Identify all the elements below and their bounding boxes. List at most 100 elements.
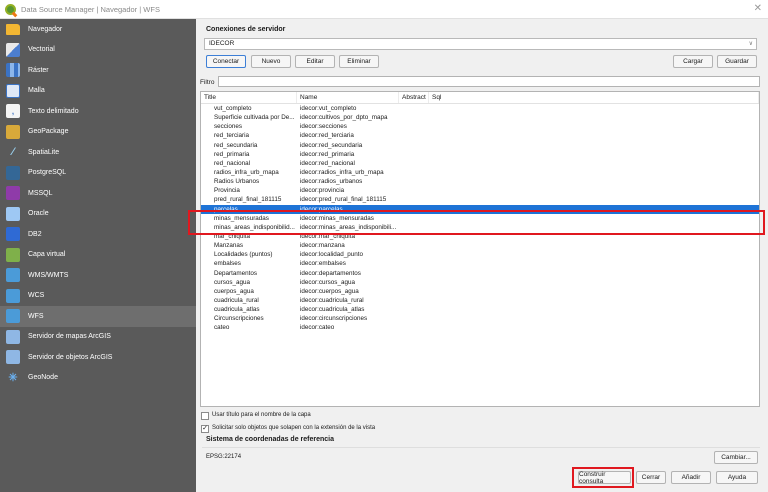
sidebar-item-arcgis-map-server[interactable]: Servidor de mapas ArcGIS [0, 327, 196, 348]
sidebar-item-geopackage[interactable]: GeoPackage [0, 122, 196, 143]
new-button[interactable]: Nuevo [251, 55, 291, 68]
row-title: minas_areas_indisponibilid... [214, 223, 295, 231]
row-abstract [399, 259, 429, 268]
row-name: idecor:mar_chiquita [300, 232, 355, 240]
connect-button[interactable]: Conectar [206, 55, 246, 68]
row-title: red_primaria [214, 150, 250, 158]
add-button[interactable]: Añadir [671, 471, 711, 484]
sidebar-item-oracle[interactable]: Oracle [0, 204, 196, 225]
row-sql [429, 269, 759, 278]
column-header-title[interactable]: Title [201, 92, 297, 103]
table-row[interactable]: mar_chiquita idecor:mar_chiquita [201, 232, 759, 241]
table-row[interactable]: radios_infra_urb_mapa idecor:radios_infra… [201, 168, 759, 177]
table-row[interactable]: minas_areas_indisponibilid... idecor:mina… [201, 223, 759, 232]
table-row[interactable]: Departamentos idecor:departamentos [201, 269, 759, 278]
sidebar-item-vectorial[interactable]: Vectorial [0, 40, 196, 61]
table-row[interactable]: Provincia idecor:provincia [201, 186, 759, 195]
geonode-icon: ✳ [8, 372, 18, 385]
sidebar-item-label: Servidor de objetos ArcGIS [28, 353, 113, 361]
row-name: idecor:cuadricula_atlas [300, 306, 365, 314]
sidebar-item-capa-virtual[interactable]: Capa virtual [0, 245, 196, 266]
table-row[interactable]: cateo idecor:cateo [201, 323, 759, 332]
sidebar-item-spatialite[interactable]: ⁄ SpatiaLite [0, 142, 196, 163]
table-row[interactable]: cuerpos_agua idecor:cuerpos_agua [201, 287, 759, 296]
table-row[interactable]: Manzanas idecor:manzana [201, 241, 759, 250]
connection-select[interactable]: IDECOR ∨ [204, 38, 757, 50]
change-crs-button[interactable]: Cambiar... [714, 451, 758, 464]
row-name: idecor:manzana [300, 242, 345, 250]
sidebar-item-postgresql[interactable]: PostgreSQL [0, 163, 196, 184]
filter-input[interactable] [218, 76, 760, 87]
folder-icon [6, 23, 20, 35]
sidebar-item-mssql[interactable]: MSSQL [0, 183, 196, 204]
table-row[interactable]: red_secundaria idecor:red_secundaria [201, 141, 759, 150]
wms-icon [6, 268, 20, 283]
sidebar-item-label: Oracle [28, 210, 49, 218]
table-row[interactable]: vut_completo idecor:vut_completo [201, 104, 759, 113]
row-sql [429, 305, 759, 314]
sidebar-item-malla[interactable]: Malla [0, 81, 196, 102]
table-row[interactable]: Radios Urbanos idecor:radios_urbanos [201, 177, 759, 186]
load-button[interactable]: Cargar [673, 55, 713, 68]
row-sql [429, 259, 759, 268]
save-button[interactable]: Guardar [717, 55, 757, 68]
row-abstract [399, 150, 429, 159]
table-row[interactable]: Localidades (puntos) idecor:localidad_pun… [201, 250, 759, 259]
column-header-name[interactable]: Name [297, 92, 399, 103]
table-row[interactable]: pred_rural_final_181115 idecor:pred_rural… [201, 195, 759, 204]
table-row[interactable]: cuadricula_atlas idecor:cuadricula_atlas [201, 305, 759, 314]
table-row[interactable]: Circunscripciones idecor:circunscripcione… [201, 314, 759, 323]
table-row[interactable]: Superficie cultivada por De... idecor:cul… [201, 113, 759, 122]
geopackage-icon [6, 124, 20, 139]
row-sql [429, 278, 759, 287]
row-sql [429, 113, 759, 122]
close-button[interactable]: Cerrar [636, 471, 666, 484]
row-abstract [399, 314, 429, 323]
table-row[interactable]: cursos_agua idecor:cursos_agua [201, 278, 759, 287]
sidebar-item-navegador[interactable]: Navegador [0, 19, 196, 40]
row-abstract [399, 195, 429, 204]
row-title: Manzanas [214, 242, 244, 250]
table-row[interactable]: red_terciaria idecor:red_terciaria [201, 131, 759, 140]
sidebar-item-label: Vectorial [28, 46, 55, 54]
sidebar-item-label: GeoPackage [28, 128, 69, 136]
delimited-text-icon: , [6, 104, 20, 119]
table-row[interactable]: secciones idecor:secciones [201, 122, 759, 131]
column-header-sql[interactable]: Sql [429, 92, 759, 103]
column-header-abstract[interactable]: Abstract [399, 92, 429, 103]
filter-label: Filtro [200, 79, 215, 86]
row-abstract [399, 168, 429, 177]
sidebar-item-raster[interactable]: Ráster [0, 60, 196, 81]
table-row[interactable]: minas_mensuradas idecor:minas_mensuradas [201, 214, 759, 223]
help-button[interactable]: Ayuda [716, 471, 758, 484]
row-sql [429, 150, 759, 159]
row-sql [429, 287, 759, 296]
row-title: vut_completo [214, 105, 252, 112]
close-icon[interactable]: ✕ [754, 3, 762, 14]
table-row[interactable]: embalses idecor:embalses [201, 259, 759, 268]
only-extent-checkbox[interactable]: ✓ [201, 425, 209, 433]
edit-button[interactable]: Editar [295, 55, 335, 68]
sidebar-item-texto-delimitado[interactable]: , Texto delimitado [0, 101, 196, 122]
sidebar-item-wfs[interactable]: WFS [0, 306, 196, 327]
sidebar-item-wcs[interactable]: WCS [0, 286, 196, 307]
delete-button[interactable]: Eliminar [339, 55, 379, 68]
sidebar-item-arcgis-feature-server[interactable]: Servidor de objetos ArcGIS [0, 347, 196, 368]
use-title-checkbox[interactable] [201, 412, 209, 420]
row-abstract [399, 223, 429, 232]
sidebar-item-db2[interactable]: DB2 [0, 224, 196, 245]
row-abstract [399, 141, 429, 150]
row-sql [429, 223, 759, 232]
row-title: Departamentos [214, 269, 258, 277]
table-row[interactable]: cuadricula_rural idecor:cuadricula_rural [201, 296, 759, 305]
build-query-button[interactable]: Construir consulta [578, 471, 631, 485]
sidebar-item-wms-wmts[interactable]: WMS/WMTS [0, 265, 196, 286]
row-title: secciones [214, 123, 243, 131]
table-row[interactable]: red_nacional idecor:red_nacional [201, 159, 759, 168]
sidebar-item-geonode[interactable]: ✳ GeoNode [0, 368, 196, 389]
table-row[interactable]: parcelas idecor:parcelas [201, 204, 759, 214]
table-row[interactable]: red_primaria idecor:red_primaria [201, 150, 759, 159]
row-abstract [399, 323, 429, 332]
qgis-logo-icon [5, 3, 16, 15]
row-name: idecor:secciones [300, 123, 347, 131]
